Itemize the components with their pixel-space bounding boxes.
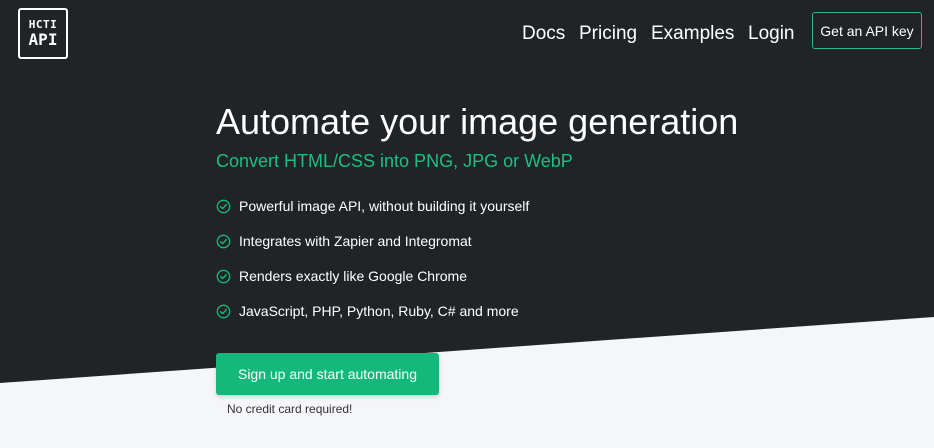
nav-link-examples[interactable]: Examples <box>651 22 734 46</box>
top-nav: Docs Pricing Examples Login <box>0 22 934 46</box>
feature-item: JavaScript, PHP, Python, Ruby, C# and mo… <box>216 300 519 322</box>
hero-headline: Automate your image generation <box>216 101 739 142</box>
feature-text: JavaScript, PHP, Python, Ruby, C# and mo… <box>239 303 519 319</box>
feature-text: Powerful image API, without building it … <box>239 198 530 214</box>
nav-link-docs[interactable]: Docs <box>522 22 565 46</box>
hero-background <box>0 0 934 383</box>
check-circle-icon <box>216 304 231 318</box>
feature-item: Renders exactly like Google Chrome <box>216 265 467 287</box>
feature-text: Renders exactly like Google Chrome <box>239 268 467 284</box>
check-circle-icon <box>216 234 231 248</box>
nav-link-login[interactable]: Login <box>748 22 795 46</box>
nav-link-pricing[interactable]: Pricing <box>579 22 637 46</box>
feature-text: Integrates with Zapier and Integromat <box>239 233 472 249</box>
signup-cta-button[interactable]: Sign up and start automating <box>216 353 439 395</box>
feature-item: Integrates with Zapier and Integromat <box>216 230 472 252</box>
feature-item: Powerful image API, without building it … <box>216 195 529 217</box>
get-api-key-button[interactable]: Get an API key <box>812 12 922 49</box>
check-circle-icon <box>216 199 231 213</box>
no-credit-card-note: No credit card required! <box>227 402 353 416</box>
hero-subheadline: Convert HTML/CSS into PNG, JPG or WebP <box>216 151 573 171</box>
check-circle-icon <box>216 269 231 283</box>
